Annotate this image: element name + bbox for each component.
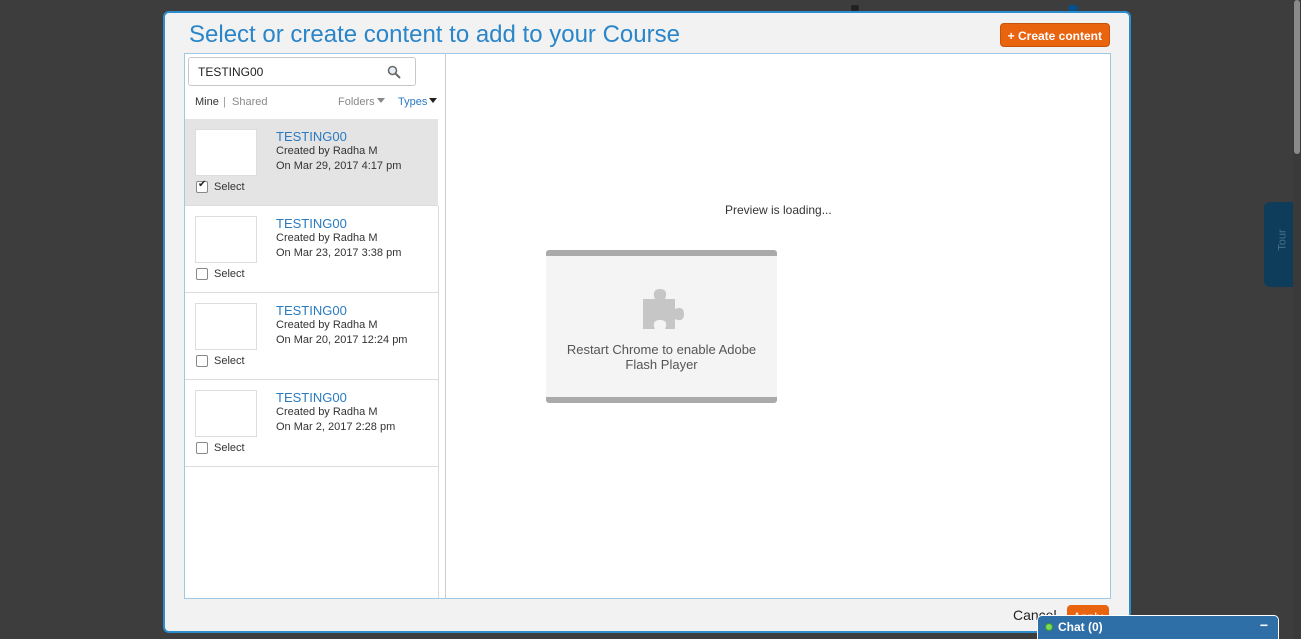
item-date: On Mar 20, 2017 12:24 pm [276,334,408,346]
content-thumbnail [195,216,257,263]
content-selection-modal: Select or create content to add to your … [163,11,1131,633]
chat-label: Chat (0) [1058,620,1103,634]
item-title[interactable]: TESTING00 [276,390,347,405]
item-author: Created by Radha M [276,232,378,244]
page-scrollbar[interactable] [1293,0,1301,639]
plugin-message: Restart Chrome to enable Adobe Flash Pla… [566,342,757,372]
select-checkbox[interactable] [196,355,208,367]
search-input[interactable] [198,63,378,81]
preview-status: Preview is loading... [725,203,832,217]
item-author: Created by Radha M [276,406,378,418]
select-checkbox[interactable] [196,442,208,454]
online-status-icon [1045,623,1053,631]
content-thumbnail [195,129,257,176]
page-scroll-thumb[interactable] [1294,0,1300,154]
types-label: Types [398,96,428,108]
item-date: On Mar 29, 2017 4:17 pm [276,160,402,172]
content-thumbnail [195,390,257,437]
search-icon[interactable] [387,65,401,79]
chat-bar[interactable]: Chat (0) − [1037,615,1279,639]
select-checkbox[interactable] [196,179,208,193]
item-title[interactable]: TESTING00 [276,216,347,231]
list-item[interactable]: TESTING00 Created by Radha M On Mar 23, … [185,206,438,293]
tour-tab[interactable]: Tour [1264,202,1294,287]
chevron-down-icon [429,98,438,103]
modal-title: Select or create content to add to your … [189,21,680,48]
select-label: Select [214,268,245,280]
flash-plugin-placeholder[interactable]: Restart Chrome to enable Adobe Flash Pla… [546,250,777,403]
filter-bar: Mine | Shared Folders Types [185,94,445,118]
select-label: Select [214,355,245,367]
search-box [188,57,416,86]
folders-dropdown[interactable]: Folders [338,96,385,108]
list-item[interactable]: TESTING00 Created by Radha M On Mar 20, … [185,293,438,380]
item-title[interactable]: TESTING00 [276,303,347,318]
filter-separator: | [223,96,226,108]
minimize-icon[interactable]: − [1260,617,1268,633]
select-checkbox[interactable] [196,268,208,280]
tour-label: Tour [1276,229,1289,251]
content-panel: Mine | Shared Folders Types TESTING00 Cr… [184,53,1111,599]
chevron-down-icon [376,98,385,103]
item-title[interactable]: TESTING00 [276,129,347,144]
item-date: On Mar 23, 2017 3:38 pm [276,247,402,259]
content-list-column: Mine | Shared Folders Types TESTING00 Cr… [185,54,446,598]
item-author: Created by Radha M [276,319,378,331]
types-dropdown[interactable]: Types [398,96,438,108]
item-author: Created by Radha M [276,145,378,157]
select-label: Select [214,181,245,193]
filter-shared[interactable]: Shared [232,96,267,108]
list-item[interactable]: TESTING00 Created by Radha M On Mar 29, … [185,119,438,206]
filter-mine[interactable]: Mine [195,96,219,108]
puzzle-piece-icon [643,289,684,329]
folders-label: Folders [338,96,375,108]
list-item[interactable]: TESTING00 Created by Radha M On Mar 2, 2… [185,380,438,467]
item-date: On Mar 2, 2017 2:28 pm [276,421,396,433]
create-content-button[interactable]: + Create content [999,23,1110,47]
content-thumbnail [195,303,257,350]
list-scrollbar[interactable] [438,206,439,598]
select-label: Select [214,442,245,454]
